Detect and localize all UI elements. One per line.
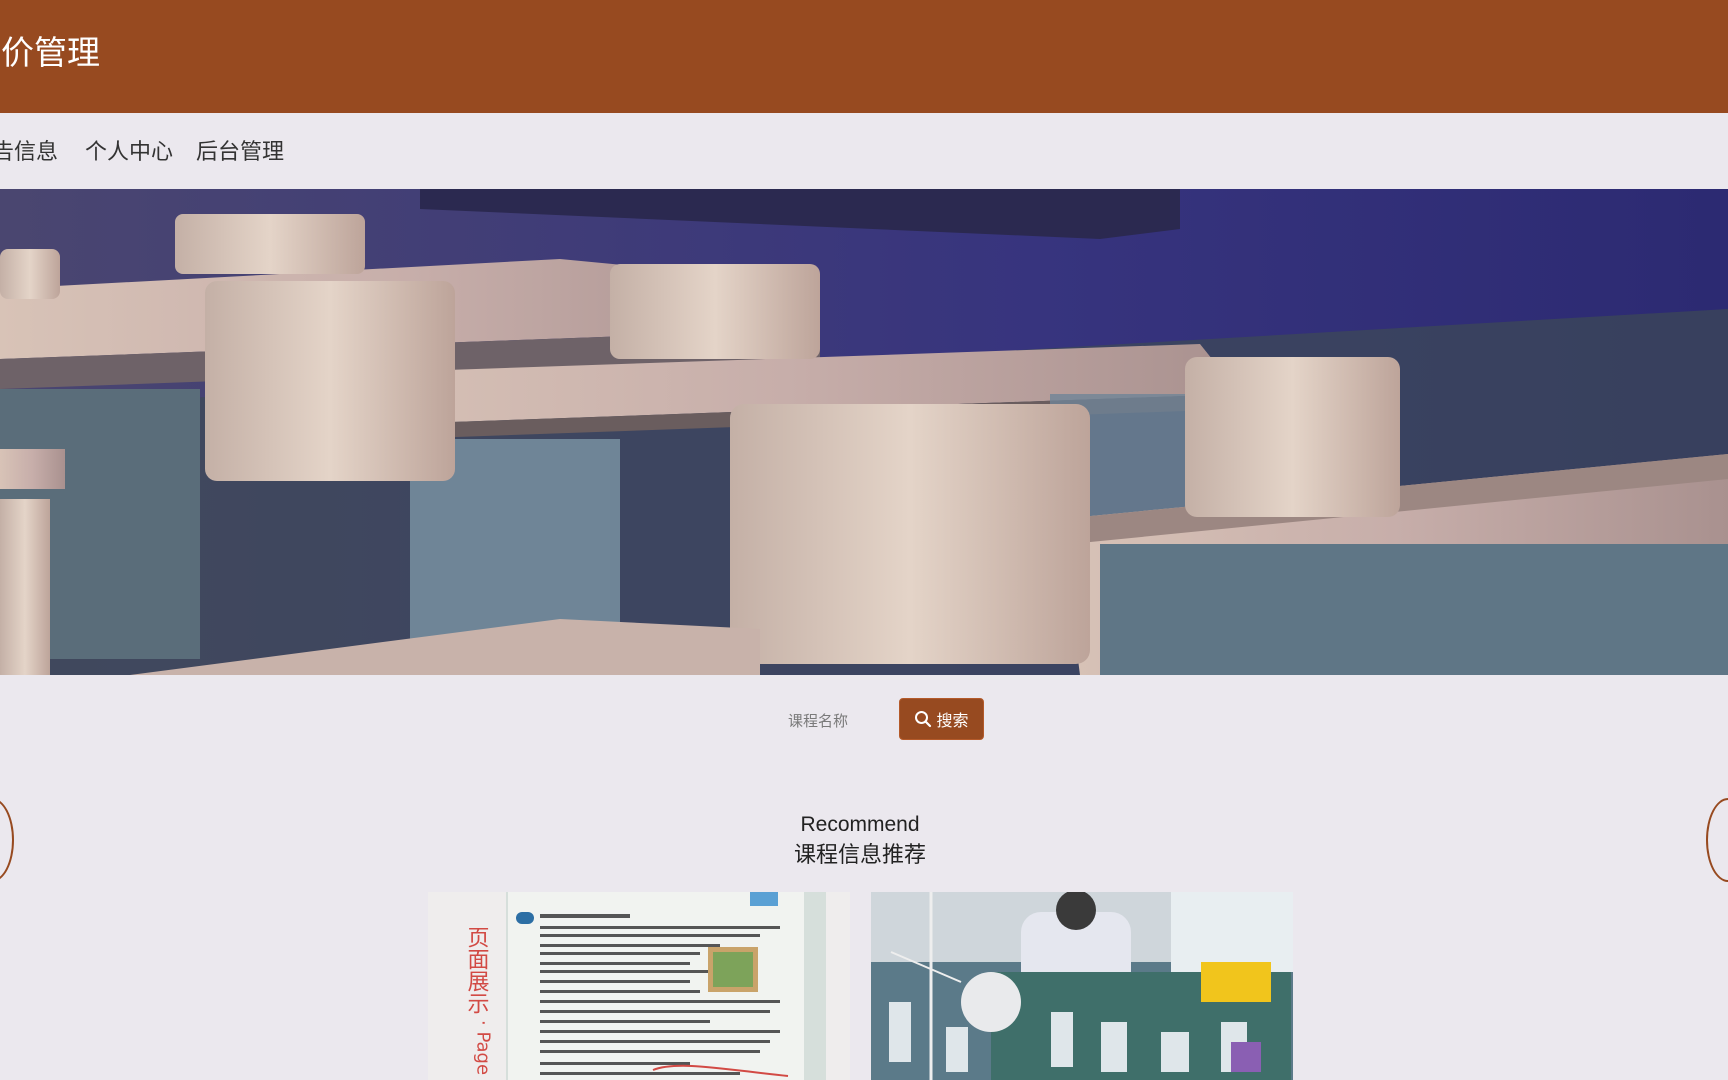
classroom-image [0, 189, 1728, 675]
svg-text:· Page: · Page [473, 1020, 494, 1075]
search-button[interactable]: 搜索 [899, 698, 984, 740]
nav-item-notice[interactable]: 告信息 [0, 137, 58, 167]
course-card-1[interactable]: 页面展示 · Page [428, 892, 850, 1080]
search-input[interactable] [770, 698, 894, 740]
section-title-cn: 课程信息推荐 [793, 842, 926, 867]
carousel-banner[interactable] [0, 189, 1728, 675]
search-button-label: 搜索 [936, 713, 969, 730]
chemistry-lab-image [871, 892, 1293, 1080]
nav-bar: 告信息 个人中心 后台管理 [0, 113, 1728, 189]
textbook-page-image: 页面展示 · Page [428, 892, 850, 1080]
nav-item-personal-center[interactable]: 个人中心 [85, 137, 173, 167]
search-icon [915, 711, 932, 728]
svg-text:页面展示: 页面展示 [464, 926, 490, 1014]
section-title-en: Recommend [800, 813, 920, 836]
header-bar: 评价管理 [0, 0, 1728, 113]
course-card-2[interactable] [871, 892, 1293, 1080]
nav-item-admin[interactable]: 后台管理 [196, 137, 284, 167]
app-title: 评价管理 [0, 34, 100, 71]
